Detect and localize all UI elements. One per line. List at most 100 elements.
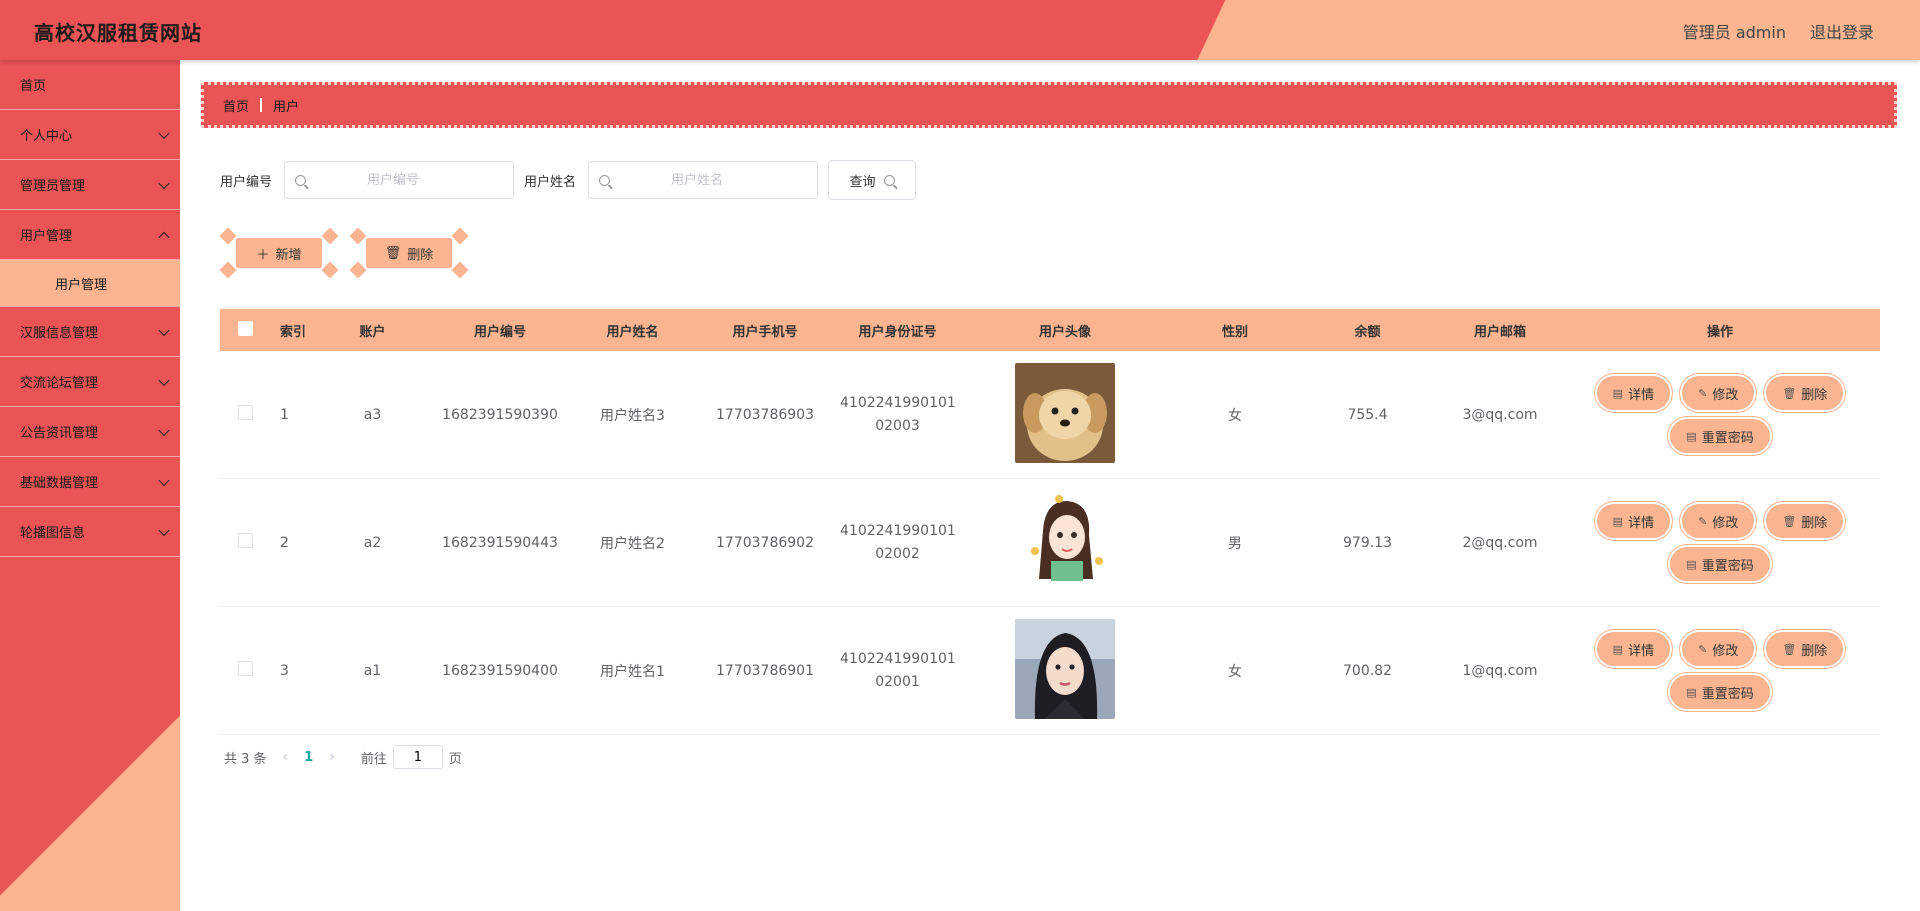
decor-corner [451,261,469,279]
cell-user-no: 1682391590390 [442,406,558,423]
document-icon: ▤ [1612,386,1624,400]
trash-icon: 🗑 [1782,642,1797,656]
cell-phone: 17703786902 [716,534,814,551]
cell-balance: 979.13 [1343,534,1392,551]
decor-corner [451,227,469,245]
cell-user-no: 1682391590400 [442,662,558,679]
breadcrumb: 首页 用户 [201,82,1897,128]
user-no-input[interactable] [306,171,481,189]
breadcrumb-home[interactable]: 首页 [223,96,249,115]
cell-avatar [955,362,1175,467]
cell-operations: ▤ 详情 ✎ 修改 🗑 删除 ▤ 重置密码 [1560,504,1880,581]
cell-index: 1 [280,406,289,423]
cell-index: 2 [280,534,289,551]
page-number-current[interactable]: 1 [304,750,313,765]
row-checkbox[interactable] [237,661,253,676]
chevron-down-icon [158,324,170,336]
id-line: 02001 [875,673,920,690]
sidebar-subitem-user-management[interactable]: 用户管理 [0,260,180,307]
reset-label: 重置密码 [1701,686,1754,702]
row-checkbox[interactable] [237,405,253,420]
pencil-icon: ✎ [1698,514,1708,528]
id-line: 4102241990101 [840,394,956,411]
breadcrumb-separator [260,98,263,112]
goto-suffix: 页 [448,751,462,767]
cell-id-card: 4102241990101 02003 [840,392,956,438]
delete-label: 删除 [1801,515,1828,531]
row-checkbox[interactable] [237,533,253,548]
cell-gender: 男 [1228,535,1242,552]
detail-button[interactable]: ▤ 详情 [1596,376,1671,410]
detail-button[interactable]: ▤ 详情 [1596,504,1671,538]
col-account: 账户 [359,324,386,340]
delete-button[interactable]: 🗑 删除 [1766,376,1844,410]
add-button-label: 新增 [275,247,302,263]
edit-button[interactable]: ✎ 修改 [1682,632,1755,666]
table-row: 3 a1 1682391590400 用户姓名1 17703786901 410… [220,607,1880,735]
prev-page-icon[interactable]: ‹ [283,749,289,765]
user-name-field[interactable] [588,161,819,199]
sidebar-item-base-data[interactable]: 基础数据管理 [0,457,180,507]
pencil-icon: ✎ [1698,642,1708,656]
reset-password-button[interactable]: ▤ 重置密码 [1670,419,1770,453]
chevron-down-icon [158,374,170,386]
sidebar-item-home[interactable]: 首页 [0,60,180,110]
user-name-label: 用户姓名 [524,174,577,190]
user-no-field[interactable] [284,161,515,199]
cell-phone: 17703786901 [716,662,814,679]
sidebar-item-admin-management[interactable]: 管理员管理 [0,160,180,210]
col-phone: 用户手机号 [732,324,798,340]
sidebar-item-announcements[interactable]: 公告资讯管理 [0,407,180,457]
cell-user-name: 用户姓名3 [600,407,665,424]
id-line: 02003 [875,417,920,434]
sidebar-item-hanfu-info[interactable]: 汉服信息管理 [0,307,180,357]
chevron-down-icon [158,424,170,436]
document-icon: ▤ [1686,429,1697,443]
goto-prefix: 前往 [360,751,387,767]
document-icon: ▤ [1612,514,1624,528]
select-all-checkbox[interactable] [237,320,253,336]
search-form: 用户编号 用户姓名 查询 [220,160,917,200]
cell-email: 2@qq.com [1462,534,1538,551]
edit-button[interactable]: ✎ 修改 [1682,504,1755,538]
pagination-total: 共 3 条 [224,751,267,767]
col-index: 索引 [280,324,307,340]
document-icon: ▤ [1686,557,1697,571]
trash-icon: 🗑 [384,245,402,261]
add-button[interactable]: ＋ 新增 [219,227,339,279]
goto-page-input[interactable] [392,745,443,769]
user-name-input[interactable] [610,171,785,189]
id-line: 4102241990101 [840,522,956,539]
sidebar-item-carousel[interactable]: 轮播图信息 [0,507,180,557]
detail-button[interactable]: ▤ 详情 [1596,632,1671,666]
pagination: 共 3 条 ‹ 1 › 前往 页 [224,745,462,769]
col-operations: 操作 [1706,324,1733,340]
reset-password-button[interactable]: ▤ 重置密码 [1670,675,1770,709]
chevron-down-icon [158,177,170,189]
query-button[interactable]: 查询 [828,160,917,200]
delete-button[interactable]: 🗑 删除 [1766,632,1844,666]
trash-icon: 🗑 [1782,514,1797,528]
sidebar-item-label: 首页 [20,79,47,94]
delete-button[interactable]: 🗑 删除 [1766,504,1844,538]
sidebar-item-forum[interactable]: 交流论坛管理 [0,357,180,407]
sidebar-item-personal-center[interactable]: 个人中心 [0,110,180,160]
decor-corner [219,227,237,245]
reset-password-button[interactable]: ▤ 重置密码 [1670,547,1770,581]
chevron-down-icon [158,524,170,536]
logout-link[interactable]: 退出登录 [1810,19,1874,43]
batch-delete-button[interactable]: 🗑 删除 [349,227,469,279]
admin-user-label[interactable]: 管理员 admin [1683,19,1786,43]
cell-gender: 女 [1228,663,1242,680]
delete-button-label: 删除 [407,247,434,263]
decor-corner [219,261,237,279]
cell-balance: 700.82 [1343,662,1392,679]
decor-corner [321,261,339,279]
col-balance: 余额 [1354,324,1381,340]
next-page-icon[interactable]: › [329,749,335,765]
document-icon: ▤ [1686,685,1697,699]
search-icon [883,174,895,186]
edit-button[interactable]: ✎ 修改 [1682,376,1755,410]
sidebar-item-user-management[interactable]: 用户管理 [0,210,180,260]
detail-label: 详情 [1628,387,1655,403]
